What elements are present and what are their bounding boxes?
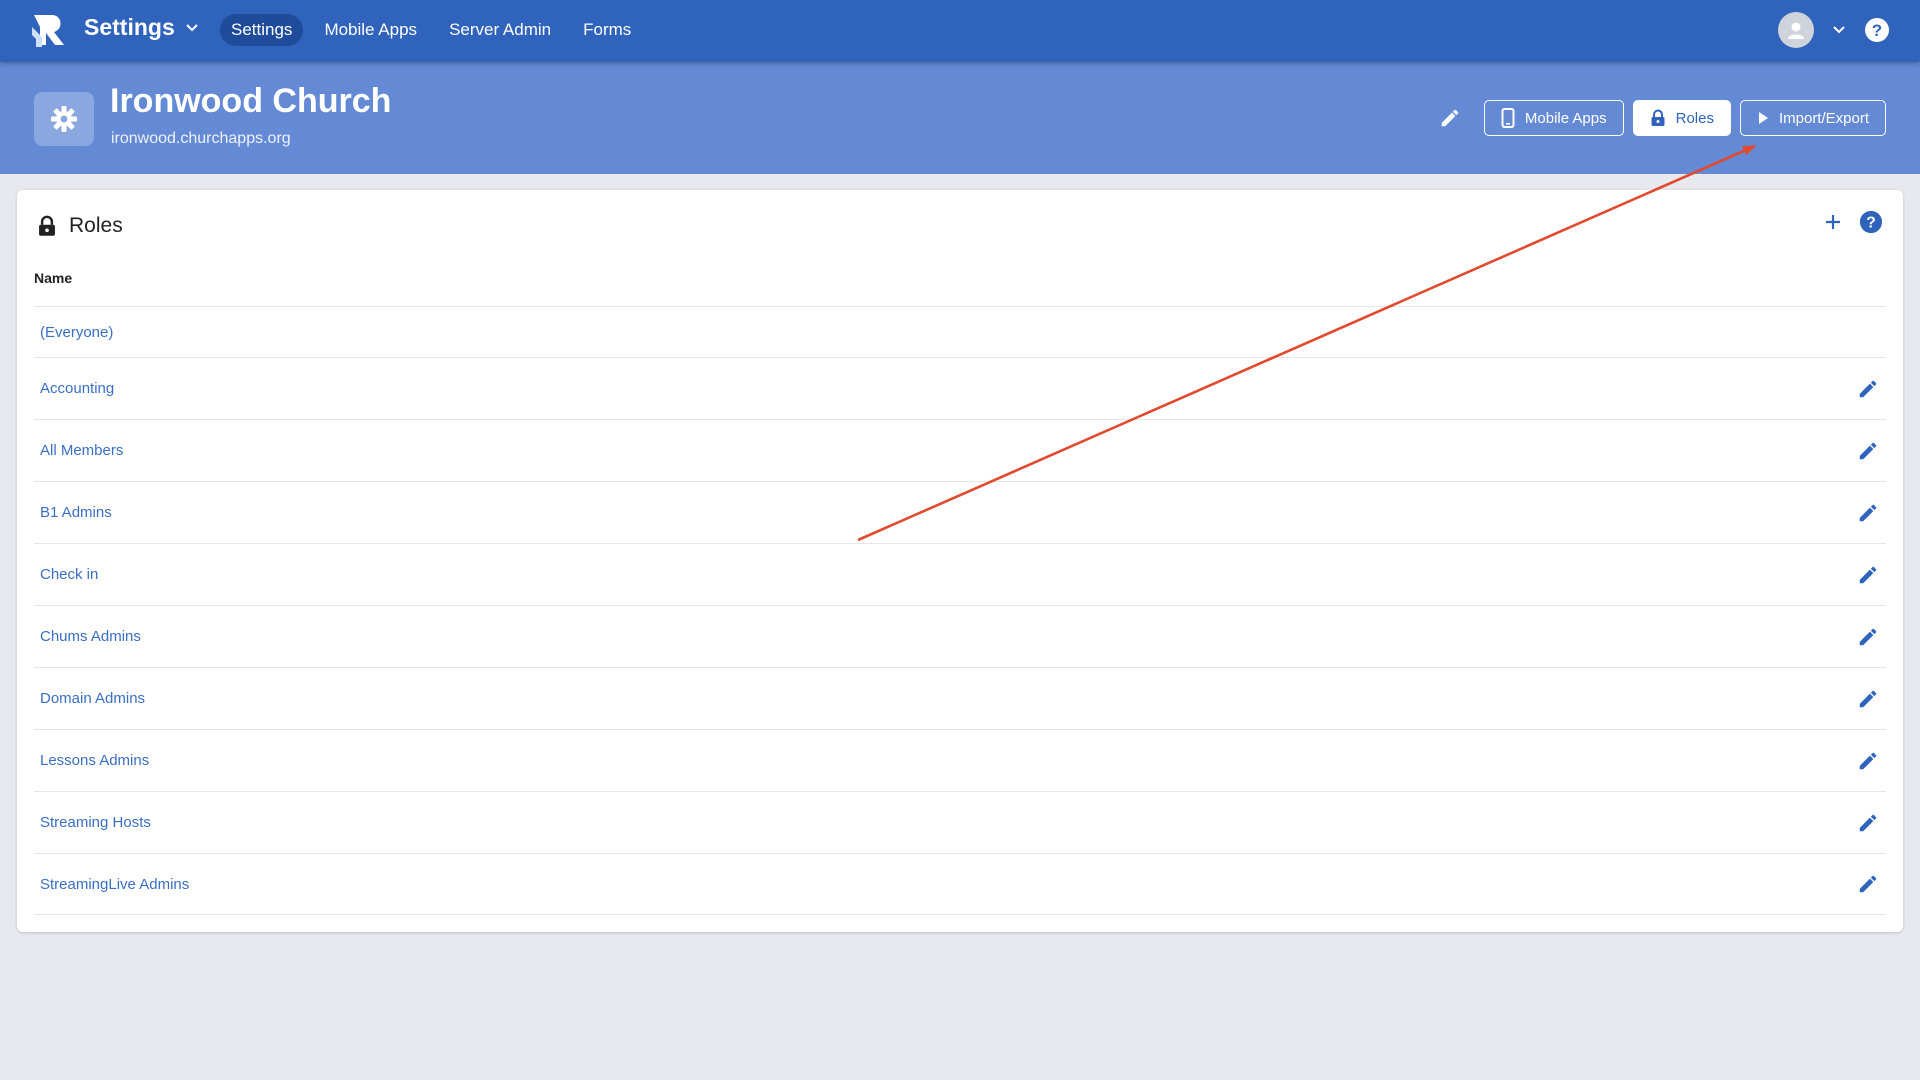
table-row: Chums Admins <box>34 605 1886 667</box>
phone-icon <box>1501 108 1515 128</box>
nav-item-server-admin[interactable]: Server Admin <box>438 14 562 46</box>
settings-badge <box>34 92 94 146</box>
role-link[interactable]: (Everyone) <box>40 324 113 341</box>
import-export-button[interactable]: Import/Export <box>1739 100 1886 136</box>
gear-icon <box>51 106 77 132</box>
pencil-icon <box>1859 380 1877 397</box>
pencil-icon <box>1859 628 1877 645</box>
pencil-icon <box>1859 752 1877 769</box>
roles-card-header: Roles <box>37 214 123 238</box>
pencil-icon <box>1859 814 1877 831</box>
add-role-button[interactable] <box>1823 212 1843 232</box>
table-row: B1 Admins <box>34 481 1886 543</box>
import-export-label: Import/Export <box>1778 109 1869 127</box>
role-link[interactable]: Chums Admins <box>40 628 141 645</box>
church-header: Ironwood Church ironwood.churchapps.org … <box>0 62 1920 174</box>
role-link[interactable]: Lessons Admins <box>40 752 149 769</box>
table-row: Lessons Admins <box>34 729 1886 791</box>
roles-table: (Everyone) Accounting All Members B1 Adm… <box>34 306 1886 915</box>
roles-card-actions: ? <box>1823 210 1883 234</box>
mobile-apps-label: Mobile Apps <box>1524 109 1607 127</box>
table-row: Accounting <box>34 357 1886 419</box>
svg-text:?: ? <box>1872 21 1882 40</box>
chevron-down-icon <box>186 23 198 31</box>
edit-role-button[interactable] <box>1856 811 1880 835</box>
edit-role-button[interactable] <box>1856 377 1880 401</box>
nav-item-mobile-apps[interactable]: Mobile Apps <box>313 14 428 46</box>
help-icon[interactable]: ? <box>1859 210 1883 234</box>
role-link[interactable]: Accounting <box>40 380 114 397</box>
role-link[interactable]: StreamingLive Admins <box>40 876 189 893</box>
edit-role-button[interactable] <box>1856 563 1880 587</box>
table-row: Check in <box>34 543 1886 605</box>
role-link[interactable]: B1 Admins <box>40 504 112 521</box>
edit-role-button[interactable] <box>1856 625 1880 649</box>
pencil-icon <box>1859 504 1877 521</box>
table-row: Domain Admins <box>34 667 1886 729</box>
role-link[interactable]: Streaming Hosts <box>40 814 151 831</box>
pencil-icon <box>1859 875 1877 893</box>
top-nav-bar: Settings Settings Mobile Apps Server Adm… <box>0 0 1920 62</box>
table-row: All Members <box>34 419 1886 481</box>
lock-icon <box>39 215 55 236</box>
pencil-icon <box>1441 109 1459 127</box>
page-title: Ironwood Church <box>110 82 392 120</box>
nav-item-settings[interactable]: Settings <box>220 14 304 46</box>
header-actions: Mobile Apps Roles Import/Export <box>1433 100 1886 136</box>
table-row: Streaming Hosts <box>34 791 1886 853</box>
pencil-icon <box>1859 566 1877 583</box>
chevron-down-icon[interactable] <box>1832 23 1846 37</box>
pencil-icon <box>1859 442 1877 459</box>
roles-button[interactable]: Roles <box>1632 100 1731 136</box>
roles-label: Roles <box>1675 109 1714 127</box>
svg-text:?: ? <box>1866 215 1876 232</box>
mobile-apps-button[interactable]: Mobile Apps <box>1483 100 1624 136</box>
play-icon <box>1758 112 1768 124</box>
main-nav: Settings Mobile Apps Server Admin Forms <box>220 14 642 46</box>
edit-role-button[interactable] <box>1856 501 1880 525</box>
user-icon <box>1788 22 1804 39</box>
edit-role-button[interactable] <box>1856 872 1880 896</box>
edit-role-button[interactable] <box>1856 687 1880 711</box>
edit-role-button[interactable] <box>1856 749 1880 773</box>
edit-church-button[interactable] <box>1433 101 1467 135</box>
church-url: ironwood.churchapps.org <box>111 130 291 147</box>
edit-role-button[interactable] <box>1856 439 1880 463</box>
role-link[interactable]: All Members <box>40 442 123 459</box>
help-icon[interactable]: ? <box>1864 17 1890 43</box>
roles-card: Roles ? Name (Everyone) Accounting All M… <box>17 190 1903 932</box>
app-switcher[interactable]: Settings <box>84 14 199 41</box>
brand-logo-icon[interactable] <box>32 13 68 47</box>
lock-icon <box>1651 109 1665 126</box>
column-header-name: Name <box>34 270 73 286</box>
table-row: (Everyone) <box>34 306 1886 357</box>
user-menu-area: ? <box>1778 12 1890 48</box>
app-title: Settings <box>84 14 175 40</box>
table-row: StreamingLive Admins <box>34 853 1886 915</box>
pencil-icon <box>1859 690 1877 707</box>
avatar[interactable] <box>1778 12 1814 48</box>
roles-card-title: Roles <box>69 214 123 237</box>
nav-item-forms[interactable]: Forms <box>572 14 642 46</box>
role-link[interactable]: Check in <box>40 566 98 583</box>
role-link[interactable]: Domain Admins <box>40 690 145 707</box>
